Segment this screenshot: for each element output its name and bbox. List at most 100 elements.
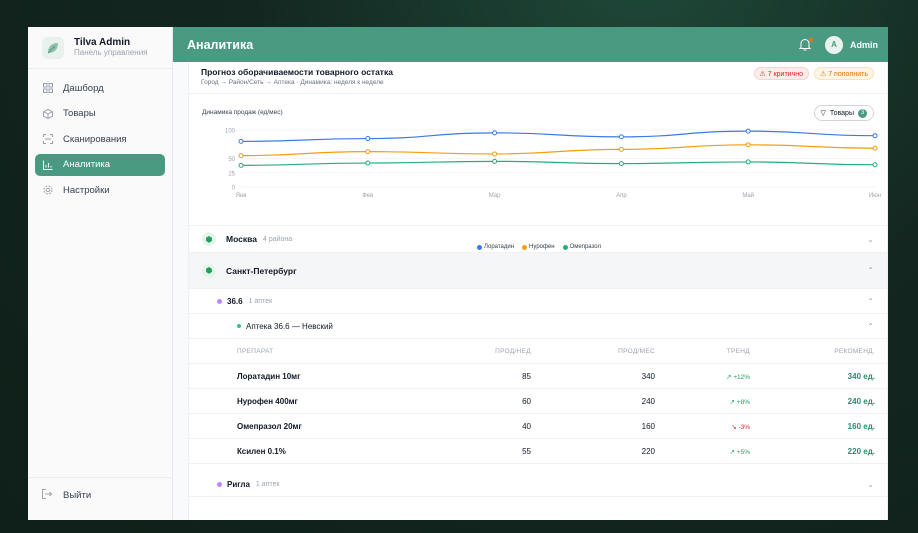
sidebar-item-label: Аналитика <box>63 159 111 170</box>
scan-icon <box>42 133 54 145</box>
brand-name: Tilva Admin <box>74 37 131 48</box>
drug-cell: Омепразол 20мг <box>237 421 302 431</box>
city-row-spb[interactable]: ⬢ Санкт-Петербург ⌃ <box>189 253 887 289</box>
x-tick-label: Фев <box>362 193 373 199</box>
network-name: 36.6 <box>227 296 243 306</box>
sidebar-item-settings[interactable]: Настройки <box>35 179 165 201</box>
network-row-366[interactable]: 36.6 1 аптек ⌃ <box>189 289 887 314</box>
package-icon: ⬢ <box>202 232 216 246</box>
network-meta: 1 аптек <box>255 480 280 488</box>
drug-cell: Нурофен 400мг <box>237 396 298 406</box>
chevron-up-icon[interactable]: ⌃ <box>867 322 874 331</box>
trend-cell: ↗ +8% <box>729 398 750 406</box>
pharmacy-dot <box>237 324 241 328</box>
pharmacy-row[interactable]: Аптека 36.6 — Невский ⌃ <box>189 314 887 339</box>
network-name: Ригла <box>227 479 250 489</box>
x-tick-label: Мар <box>489 193 501 199</box>
week-cell: 85 <box>522 371 531 381</box>
data-point <box>492 158 498 164</box>
data-point <box>365 136 371 142</box>
data-point <box>618 146 624 152</box>
series-line <box>240 144 876 157</box>
x-tick-label: Янв <box>236 193 247 199</box>
chevron-up-icon[interactable]: ⌃ <box>867 297 874 306</box>
table-row[interactable]: Омепразол 20мг 40 160 ↘ -3% 160 ед. <box>189 414 887 439</box>
sales-line-chart: 0 25 50 100 Янв Фев Мар Апр Май Июн <box>225 129 881 200</box>
recommend-cell: 340 ед. <box>847 371 875 381</box>
table-row[interactable]: Нурофен 400мг 60 240 ↗ +8% 240 ед. <box>189 389 887 414</box>
sidebar-item-analytics[interactable]: Аналитика <box>35 153 165 176</box>
col-header-recommend[interactable]: РЕКОМЕНД. <box>750 348 875 355</box>
table-row[interactable]: Ксилен 0.1% 55 220 ↗ +5% 220 ед. <box>189 439 887 464</box>
month-cell: 220 <box>641 446 655 456</box>
gear-icon <box>42 184 54 196</box>
avatar[interactable]: A <box>825 35 843 54</box>
x-tick-label: Май <box>742 192 754 199</box>
sidebar-item-dashboard[interactable]: Дашборд <box>35 77 165 99</box>
package-icon: ⬢ <box>202 263 216 278</box>
data-point <box>618 161 624 167</box>
city-meta: 4 района <box>262 235 293 243</box>
sidebar-item-scans[interactable]: Сканирования <box>35 128 165 150</box>
app-window: Tilva Admin Панель управления Дашборд То… <box>28 27 888 520</box>
y-tick-label: 0 <box>232 186 236 192</box>
grid-icon <box>42 82 54 94</box>
table-header: ПРЕПАРАТ ПРОД/НЕД ПРОД/МЕС ТРЕНД РЕКОМЕН… <box>189 339 887 364</box>
recommend-cell: 240 ед. <box>847 396 875 406</box>
logout-label: Выйти <box>63 489 92 501</box>
chart-icon <box>42 159 54 171</box>
x-tick-label: Апр <box>616 193 627 199</box>
pharmacy-name: Аптека 36.6 — Невский <box>246 321 333 331</box>
data-point <box>618 134 624 140</box>
week-cell: 55 <box>522 446 531 456</box>
filter-count-badge: 3 <box>858 108 867 118</box>
data-point <box>238 153 244 159</box>
sidebar-item-products[interactable]: Товары <box>35 103 165 125</box>
series-line <box>240 160 876 166</box>
chart-label: Динамика продаж (ед/мес) <box>202 109 283 116</box>
trend-cell: ↘ -3% <box>731 423 750 431</box>
month-cell: 240 <box>641 396 655 406</box>
critical-badge[interactable]: ⚠ 7 критично <box>753 67 809 80</box>
col-header-month[interactable]: ПРОД/МЕС <box>531 348 655 355</box>
sidebar: Tilva Admin Панель управления Дашборд То… <box>28 27 173 520</box>
chevron-down-icon[interactable]: ⌄ <box>867 235 874 244</box>
brand: Tilva Admin Панель управления <box>28 27 172 69</box>
logout-icon <box>42 488 54 502</box>
city-name: Санкт-Петербург <box>226 265 297 276</box>
col-header-drug[interactable]: ПРЕПАРАТ <box>189 348 361 355</box>
x-tick-label: Июн <box>869 193 881 199</box>
bell-icon[interactable] <box>798 37 813 52</box>
data-point <box>492 130 498 136</box>
city-row-moscow[interactable]: ⬢ Москва 4 района ⌄ <box>189 226 887 253</box>
products-table: ПРЕПАРАТ ПРОД/НЕД ПРОД/МЕС ТРЕНД РЕКОМЕН… <box>189 339 887 464</box>
series-line <box>240 130 876 142</box>
month-cell: 340 <box>641 371 655 381</box>
user-name[interactable]: Admin <box>850 40 878 50</box>
network-row-rigla[interactable]: Ригла 1 аптек ⌄ <box>189 472 887 497</box>
network-dot <box>217 481 222 487</box>
refill-badge[interactable]: ⚠ 7 пополнить <box>814 67 874 80</box>
forecast-header: Прогноз оборачиваемости товарного остатк… <box>189 62 887 94</box>
table-row[interactable]: Лоратадин 10мг 85 340 ↗ +12% 340 ед. <box>189 364 887 389</box>
filter-label: Товары <box>829 109 854 117</box>
y-tick-label: 25 <box>228 171 235 177</box>
col-header-week[interactable]: ПРОД/НЕД <box>361 348 531 355</box>
notification-dot <box>809 37 813 42</box>
data-point <box>492 151 498 157</box>
logout-button[interactable]: Выйти <box>35 484 91 506</box>
col-header-trend[interactable]: ТРЕНД <box>655 348 750 355</box>
data-point <box>872 133 878 139</box>
page-title: Аналитика <box>187 37 254 52</box>
chevron-down-icon[interactable]: ⌄ <box>867 480 874 489</box>
chevron-up-icon[interactable]: ⌃ <box>867 266 874 275</box>
recommend-cell: 160 ед. <box>847 421 875 431</box>
sidebar-nav: Дашборд Товары Сканирования Аналитика На… <box>28 69 172 213</box>
topbar: Аналитика A Admin <box>173 27 888 62</box>
data-point <box>872 162 878 168</box>
week-cell: 60 <box>522 396 531 406</box>
month-cell: 160 <box>641 421 655 431</box>
sidebar-item-label: Сканирования <box>63 133 127 145</box>
drug-cell: Ксилен 0.1% <box>237 446 286 456</box>
sidebar-item-label: Товары <box>63 108 96 119</box>
